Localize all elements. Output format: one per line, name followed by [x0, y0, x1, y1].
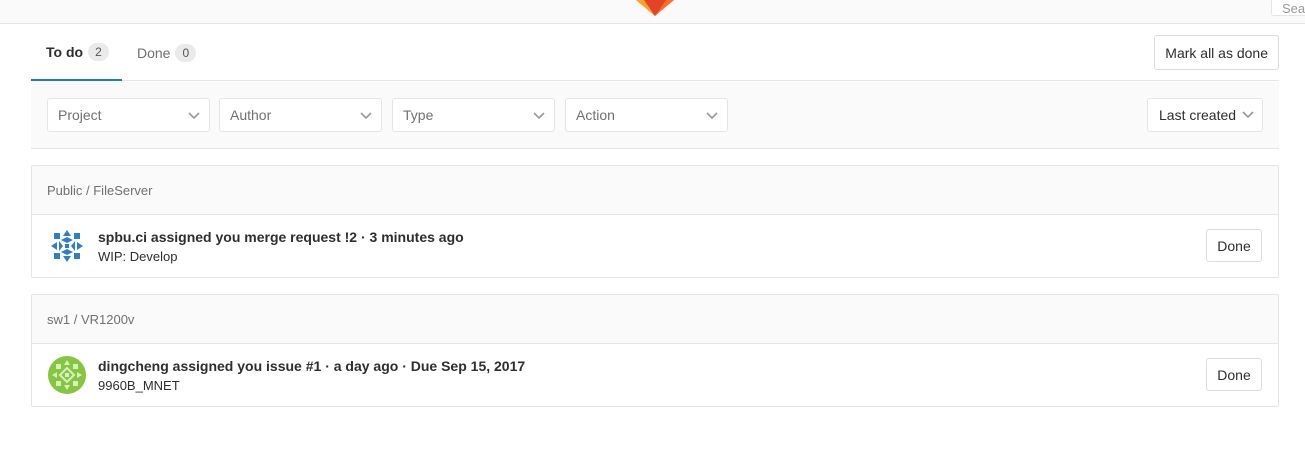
todo-target-link[interactable]: issue #1 — [266, 358, 321, 374]
todo-action-text: assigned you — [150, 229, 241, 245]
chevron-down-icon — [1242, 111, 1254, 119]
chevron-down-icon — [533, 112, 545, 120]
sort-label: Last created — [1159, 107, 1237, 123]
todo-group-header: sw1 / VR1200v — [32, 295, 1278, 344]
type-filter-label: Type — [403, 107, 434, 123]
project-filter-dropdown[interactable]: Project — [47, 98, 210, 132]
project-path-link[interactable]: Public / FileServer — [47, 183, 152, 198]
todo-item[interactable]: dingcheng assigned you issue #1 · a day … — [32, 344, 1278, 406]
tab-todo[interactable]: To do 2 — [31, 24, 122, 81]
avatar[interactable] — [48, 356, 86, 394]
tab-done[interactable]: Done 0 — [122, 24, 202, 81]
project-path-link[interactable]: sw1 / VR1200v — [47, 312, 134, 327]
todo-time-text: · 3 minutes ago — [360, 229, 464, 245]
todo-title: spbu.ci assigned you merge request !2 · … — [98, 229, 464, 245]
todo-tabs: To do 2 Done 0 Mark all as done — [31, 24, 1279, 81]
sort-dropdown[interactable]: Last created — [1147, 98, 1263, 132]
action-filter-dropdown[interactable]: Action — [565, 98, 728, 132]
top-header: Search — [0, 0, 1305, 24]
mark-all-as-done-button[interactable]: Mark all as done — [1154, 35, 1279, 70]
tab-todo-label: To do — [46, 43, 84, 60]
todo-group: Public / FileServer spbu.ci assigned you… — [31, 165, 1279, 278]
tab-done-label: Done — [137, 44, 171, 61]
type-filter-dropdown[interactable]: Type — [392, 98, 555, 132]
todo-item[interactable]: spbu.ci assigned you merge request !2 · … — [32, 215, 1278, 277]
gitlab-logo-icon[interactable] — [636, 0, 674, 16]
chevron-down-icon — [360, 112, 372, 120]
todo-body: 9960B_MNET — [98, 378, 180, 393]
avatar[interactable] — [48, 227, 86, 265]
action-filter-label: Action — [576, 107, 615, 123]
done-button[interactable]: Done — [1206, 229, 1262, 262]
todo-author-link[interactable]: spbu.ci — [98, 229, 147, 245]
chevron-down-icon — [188, 112, 200, 120]
tab-todo-count-badge: 2 — [88, 42, 109, 61]
todo-title: dingcheng assigned you issue #1 · a day … — [98, 358, 525, 374]
todo-time-text: · a day ago · Due Sep 15, 2017 — [325, 358, 526, 374]
author-filter-dropdown[interactable]: Author — [219, 98, 382, 132]
todo-author-link[interactable]: dingcheng — [98, 358, 169, 374]
todo-action-text: assigned you — [172, 358, 263, 374]
todo-group: sw1 / VR1200v dingcheng assigned you iss… — [31, 294, 1279, 407]
todo-group-header: Public / FileServer — [32, 166, 1278, 215]
done-button[interactable]: Done — [1206, 358, 1262, 391]
author-filter-label: Author — [230, 107, 272, 123]
todo-target-link[interactable]: merge request !2 — [244, 229, 357, 245]
filter-bar: Project Author Type Action Last created — [31, 82, 1279, 149]
tab-done-count-badge: 0 — [175, 43, 197, 62]
project-filter-label: Project — [58, 107, 102, 123]
todo-body: WIP: Develop — [98, 249, 178, 264]
search-input[interactable]: Search — [1271, 0, 1305, 16]
chevron-down-icon — [706, 112, 718, 120]
